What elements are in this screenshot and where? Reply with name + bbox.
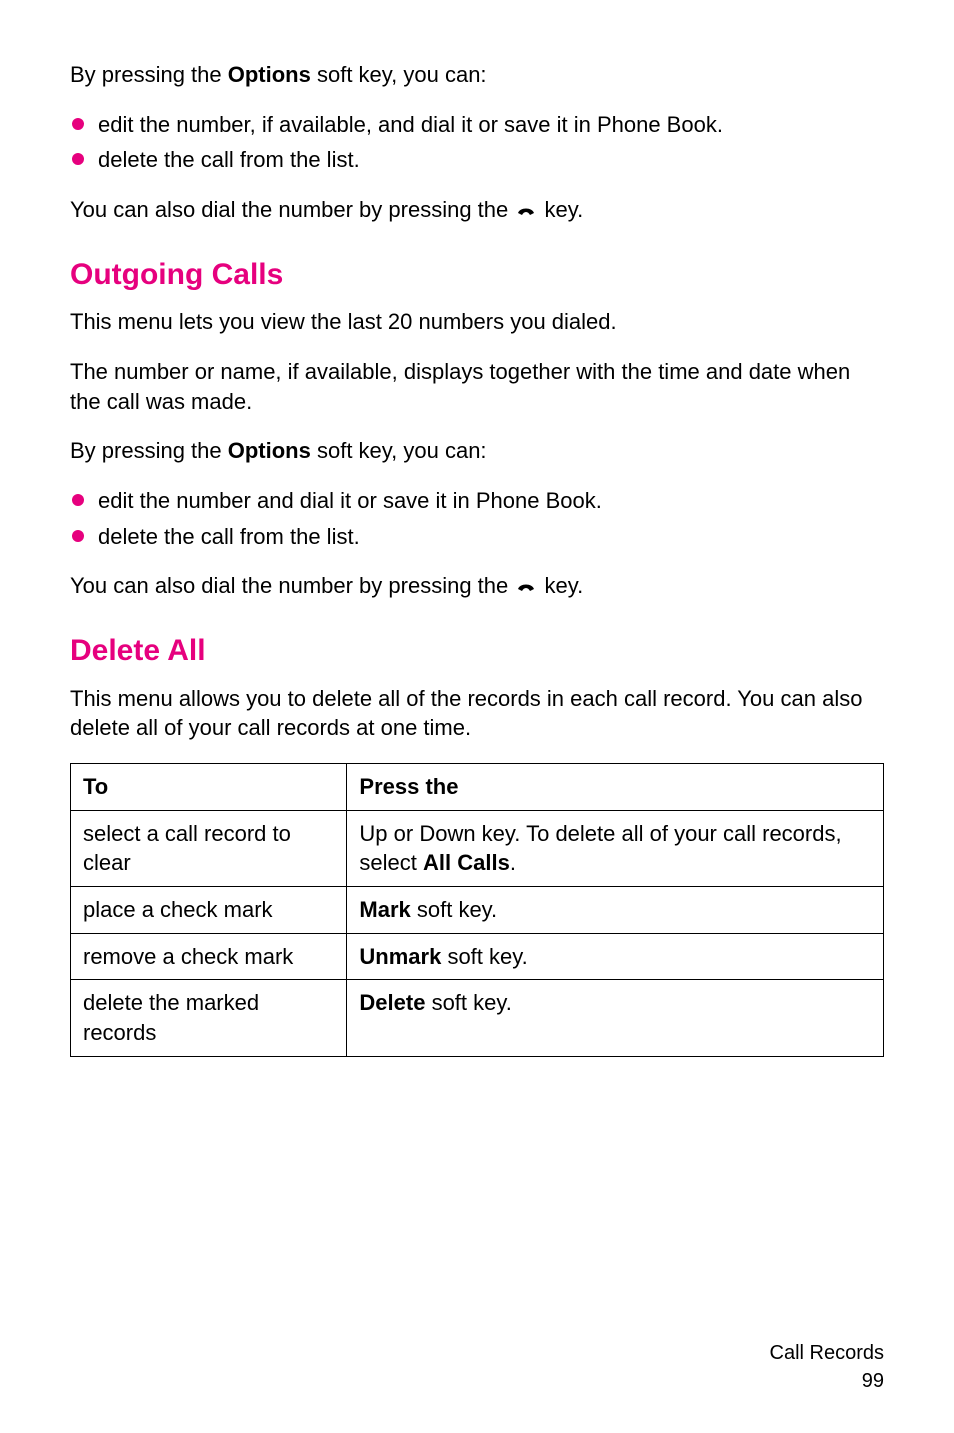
text: By pressing the bbox=[70, 438, 228, 463]
text: soft key. bbox=[411, 897, 497, 922]
table-header-press: Press the bbox=[347, 763, 884, 810]
outgoing-desc-1: This menu lets you view the last 20 numb… bbox=[70, 307, 884, 337]
text: key. bbox=[538, 573, 583, 598]
outgoing-calls-heading: Outgoing Calls bbox=[70, 255, 884, 296]
list-item: delete the call from the list. bbox=[70, 522, 884, 552]
table-header-to: To bbox=[71, 763, 347, 810]
intro-bullets: edit the number, if available, and dial … bbox=[70, 110, 884, 175]
footer-section: Call Records bbox=[770, 1339, 884, 1367]
cell-press: Delete soft key. bbox=[347, 980, 884, 1056]
outgoing-dial-paragraph: You can also dial the number by pressing… bbox=[70, 571, 884, 601]
cell-press: Mark soft key. bbox=[347, 887, 884, 934]
text: You can also dial the number by pressing… bbox=[70, 197, 514, 222]
intro-dial-paragraph: You can also dial the number by pressing… bbox=[70, 195, 884, 225]
page-footer: Call Records 99 bbox=[770, 1339, 884, 1395]
list-item: edit the number and dial it or save it i… bbox=[70, 486, 884, 516]
table-row: select a call record to clear Up or Down… bbox=[71, 810, 884, 886]
delete-label: Delete bbox=[359, 990, 425, 1015]
text: soft key. bbox=[441, 944, 527, 969]
cell-to: select a call record to clear bbox=[71, 810, 347, 886]
outgoing-desc-2: The number or name, if available, displa… bbox=[70, 357, 884, 416]
table-row: delete the marked records Delete soft ke… bbox=[71, 980, 884, 1056]
options-label: Options bbox=[228, 438, 311, 463]
call-key-icon bbox=[514, 577, 538, 595]
bullet-text: delete the call from the list. bbox=[98, 524, 360, 549]
intro-paragraph: By pressing the Options soft key, you ca… bbox=[70, 60, 884, 90]
outgoing-bullets: edit the number and dial it or save it i… bbox=[70, 486, 884, 551]
cell-press: Unmark soft key. bbox=[347, 933, 884, 980]
list-item: edit the number, if available, and dial … bbox=[70, 110, 884, 140]
text: key. bbox=[538, 197, 583, 222]
text: soft key. bbox=[425, 990, 511, 1015]
text: By pressing the bbox=[70, 62, 228, 87]
text: soft key, you can: bbox=[311, 62, 487, 87]
cell-press: Up or Down key. To delete all of your ca… bbox=[347, 810, 884, 886]
bullet-text: edit the number and dial it or save it i… bbox=[98, 488, 602, 513]
delete-all-heading: Delete All bbox=[70, 631, 884, 672]
all-calls-label: All Calls bbox=[423, 850, 510, 875]
text: . bbox=[510, 850, 516, 875]
delete-all-table: To Press the select a call record to cle… bbox=[70, 763, 884, 1057]
outgoing-press-paragraph: By pressing the Options soft key, you ca… bbox=[70, 436, 884, 466]
bullet-text: delete the call from the list. bbox=[98, 147, 360, 172]
table-row: remove a check mark Unmark soft key. bbox=[71, 933, 884, 980]
table-header-row: To Press the bbox=[71, 763, 884, 810]
options-label: Options bbox=[228, 62, 311, 87]
unmark-label: Unmark bbox=[359, 944, 441, 969]
delete-all-desc: This menu allows you to delete all of th… bbox=[70, 684, 884, 743]
page-number: 99 bbox=[770, 1367, 884, 1395]
list-item: delete the call from the list. bbox=[70, 145, 884, 175]
table-row: place a check mark Mark soft key. bbox=[71, 887, 884, 934]
call-key-icon bbox=[514, 201, 538, 219]
bullet-text: edit the number, if available, and dial … bbox=[98, 112, 723, 137]
cell-to: place a check mark bbox=[71, 887, 347, 934]
text: You can also dial the number by pressing… bbox=[70, 573, 514, 598]
text: soft key, you can: bbox=[311, 438, 487, 463]
cell-to: delete the marked records bbox=[71, 980, 347, 1056]
mark-label: Mark bbox=[359, 897, 410, 922]
cell-to: remove a check mark bbox=[71, 933, 347, 980]
